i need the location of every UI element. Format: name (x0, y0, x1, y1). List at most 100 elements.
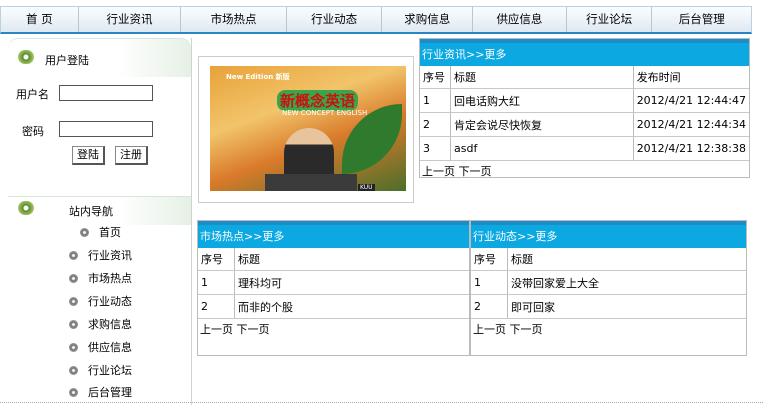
table-header-row: 序号 标题 (198, 248, 469, 271)
row-title-link[interactable]: asdf (450, 136, 634, 161)
nav-forum[interactable]: 行业论坛 (567, 7, 653, 32)
circle-arrow-icon (69, 366, 78, 375)
industry-news-table: 序号 标题 发布时间 1 回电话购大红 2012/4/21 12:44:47 2… (420, 66, 749, 161)
circle-arrow-icon (69, 274, 78, 283)
column-header: 序号 (471, 248, 508, 271)
circle-arrow-icon (69, 388, 78, 397)
row-index: 2 (471, 294, 508, 319)
nav-industry-trends[interactable]: 行业动态 (287, 7, 383, 32)
industry-trends-more-link[interactable]: 行业动态>>更多 (473, 230, 557, 243)
sidebar-item-label: 行业论坛 (88, 364, 132, 377)
password-input[interactable] (59, 121, 153, 137)
industry-trends-header: 行业动态>>更多 (471, 221, 746, 248)
column-header: 序号 (420, 66, 451, 89)
industry-news-pager[interactable]: 上一页 下一页 (420, 161, 749, 183)
desk-shape (265, 174, 357, 191)
industry-trends-table: 序号 标题 1 没带回家爱上大全 2 即可回家 (471, 248, 746, 319)
circle-arrow-icon (69, 343, 78, 352)
table-row: 3 asdf 2012/4/21 12:38:38 (420, 136, 749, 161)
sidebar-item-label: 后台管理 (88, 386, 132, 399)
nav-supply-info[interactable]: 供应信息 (473, 7, 567, 32)
industry-news-header: 行业资讯>>更多 (420, 39, 749, 66)
row-date: 2012/4/21 12:38:38 (632, 136, 749, 161)
market-hot-header: 市场热点>>更多 (198, 221, 469, 248)
login-button[interactable]: 登陆 (72, 146, 105, 165)
market-hot-pager[interactable]: 上一页 下一页 (198, 319, 469, 341)
table-header-row: 序号 标题 发布时间 (420, 66, 749, 89)
course-video-thumbnail[interactable]: New Edition 新版 新概念英语 NEW CONCEPT ENGLISH… (210, 66, 406, 191)
sidebar-item-market-hot[interactable]: 市场热点 (69, 270, 132, 288)
station-nav-title: 站内导航 (69, 205, 113, 218)
row-title-link[interactable]: 没带回家爱上大全 (507, 270, 746, 295)
bullet-icon (18, 50, 34, 64)
row-date: 2012/4/21 12:44:34 (632, 112, 749, 137)
column-header: 发布时间 (632, 66, 749, 89)
nav-home[interactable]: 首 页 (1, 7, 79, 32)
login-header (8, 38, 191, 77)
bottom-divider (0, 402, 763, 403)
top-nav: 首 页 行业资讯 市场热点 行业动态 求购信息 供应信息 行业论坛 后台管理 (0, 6, 752, 34)
bullet-icon (18, 201, 34, 215)
circle-arrow-icon (69, 297, 78, 306)
row-title-link[interactable]: 理科均可 (234, 270, 469, 295)
register-button[interactable]: 注册 (115, 146, 148, 165)
row-index: 1 (198, 270, 235, 295)
sidebar-item-label: 首页 (99, 226, 121, 239)
sidebar-item-label: 求购信息 (88, 318, 132, 331)
sidebar-item-label: 市场热点 (88, 272, 132, 285)
row-date: 2012/4/21 12:44:47 (632, 88, 749, 113)
video-logo: KUU (358, 184, 375, 191)
table-row: 1 没带回家爱上大全 (471, 270, 746, 295)
username-label: 用户名 (16, 88, 49, 101)
sidebar-item-label: 供应信息 (88, 341, 132, 354)
video-panel: New Edition 新版 新概念英语 NEW CONCEPT ENGLISH… (198, 56, 414, 203)
table-header-row: 序号 标题 (471, 248, 746, 271)
nav-purchase-info[interactable]: 求购信息 (382, 7, 474, 32)
sidebar-item-industry-news[interactable]: 行业资讯 (69, 247, 132, 265)
market-hot-more-link[interactable]: 市场热点>>更多 (200, 230, 284, 243)
circle-arrow-icon (69, 320, 78, 329)
column-header: 标题 (234, 248, 469, 271)
industry-news-box: 行业资讯>>更多 序号 标题 发布时间 1 回电话购大红 2012/4/21 1… (419, 38, 750, 178)
row-index: 1 (420, 88, 451, 113)
sidebar-item-supply-info[interactable]: 供应信息 (69, 339, 132, 357)
row-index: 2 (420, 112, 451, 137)
table-row: 1 理科均可 (198, 270, 469, 295)
industry-news-more-link[interactable]: 行业资讯>>更多 (422, 48, 506, 61)
sidebar-item-home[interactable]: 首页 (80, 224, 121, 242)
username-input[interactable] (59, 85, 153, 101)
column-header: 标题 (450, 66, 634, 89)
login-title: 用户登陆 (45, 54, 89, 67)
video-brand-text: New Edition 新版 (226, 73, 290, 81)
sidebar-item-admin[interactable]: 后台管理 (69, 384, 132, 402)
column-header: 标题 (507, 248, 746, 271)
row-title-link[interactable]: 即可回家 (507, 294, 746, 319)
nav-admin[interactable]: 后台管理 (652, 7, 751, 32)
nav-industry-news[interactable]: 行业资讯 (79, 7, 182, 32)
sidebar-item-industry-trends[interactable]: 行业动态 (69, 293, 132, 311)
sidebar-item-label: 行业资讯 (88, 249, 132, 262)
video-headline: 新概念英语 (277, 90, 359, 111)
row-title-link[interactable]: 而非的个股 (234, 294, 469, 319)
circle-arrow-icon (80, 228, 89, 237)
row-title-link[interactable]: 肯定会说尽快恢复 (450, 112, 634, 137)
table-row: 2 而非的个股 (198, 294, 469, 319)
row-index: 1 (471, 270, 508, 295)
nav-market-hot[interactable]: 市场热点 (181, 7, 287, 32)
row-title-link[interactable]: 回电话购大红 (450, 88, 634, 113)
market-hot-table: 序号 标题 1 理科均可 2 而非的个股 (198, 248, 469, 319)
table-row: 1 回电话购大红 2012/4/21 12:44:47 (420, 88, 749, 113)
sidebar-item-label: 行业动态 (88, 295, 132, 308)
table-row: 2 肯定会说尽快恢复 2012/4/21 12:44:34 (420, 112, 749, 137)
industry-trends-pager[interactable]: 上一页 下一页 (471, 319, 746, 341)
sidebar-item-purchase-info[interactable]: 求购信息 (69, 316, 132, 334)
password-label: 密码 (22, 125, 44, 138)
circle-arrow-icon (69, 251, 78, 260)
row-index: 3 (420, 136, 451, 161)
industry-trends-box: 行业动态>>更多 序号 标题 1 没带回家爱上大全 2 即可回家 上一页 下一页 (470, 220, 747, 356)
video-subline: NEW CONCEPT ENGLISH (282, 109, 368, 117)
left-sidebar: 用户登陆 用户名 密码 登陆 注册 站内导航 首页 行业资讯 市场热点 行业动态… (8, 38, 192, 405)
table-row: 2 即可回家 (471, 294, 746, 319)
sidebar-item-forum[interactable]: 行业论坛 (69, 362, 132, 380)
column-header: 序号 (198, 248, 235, 271)
